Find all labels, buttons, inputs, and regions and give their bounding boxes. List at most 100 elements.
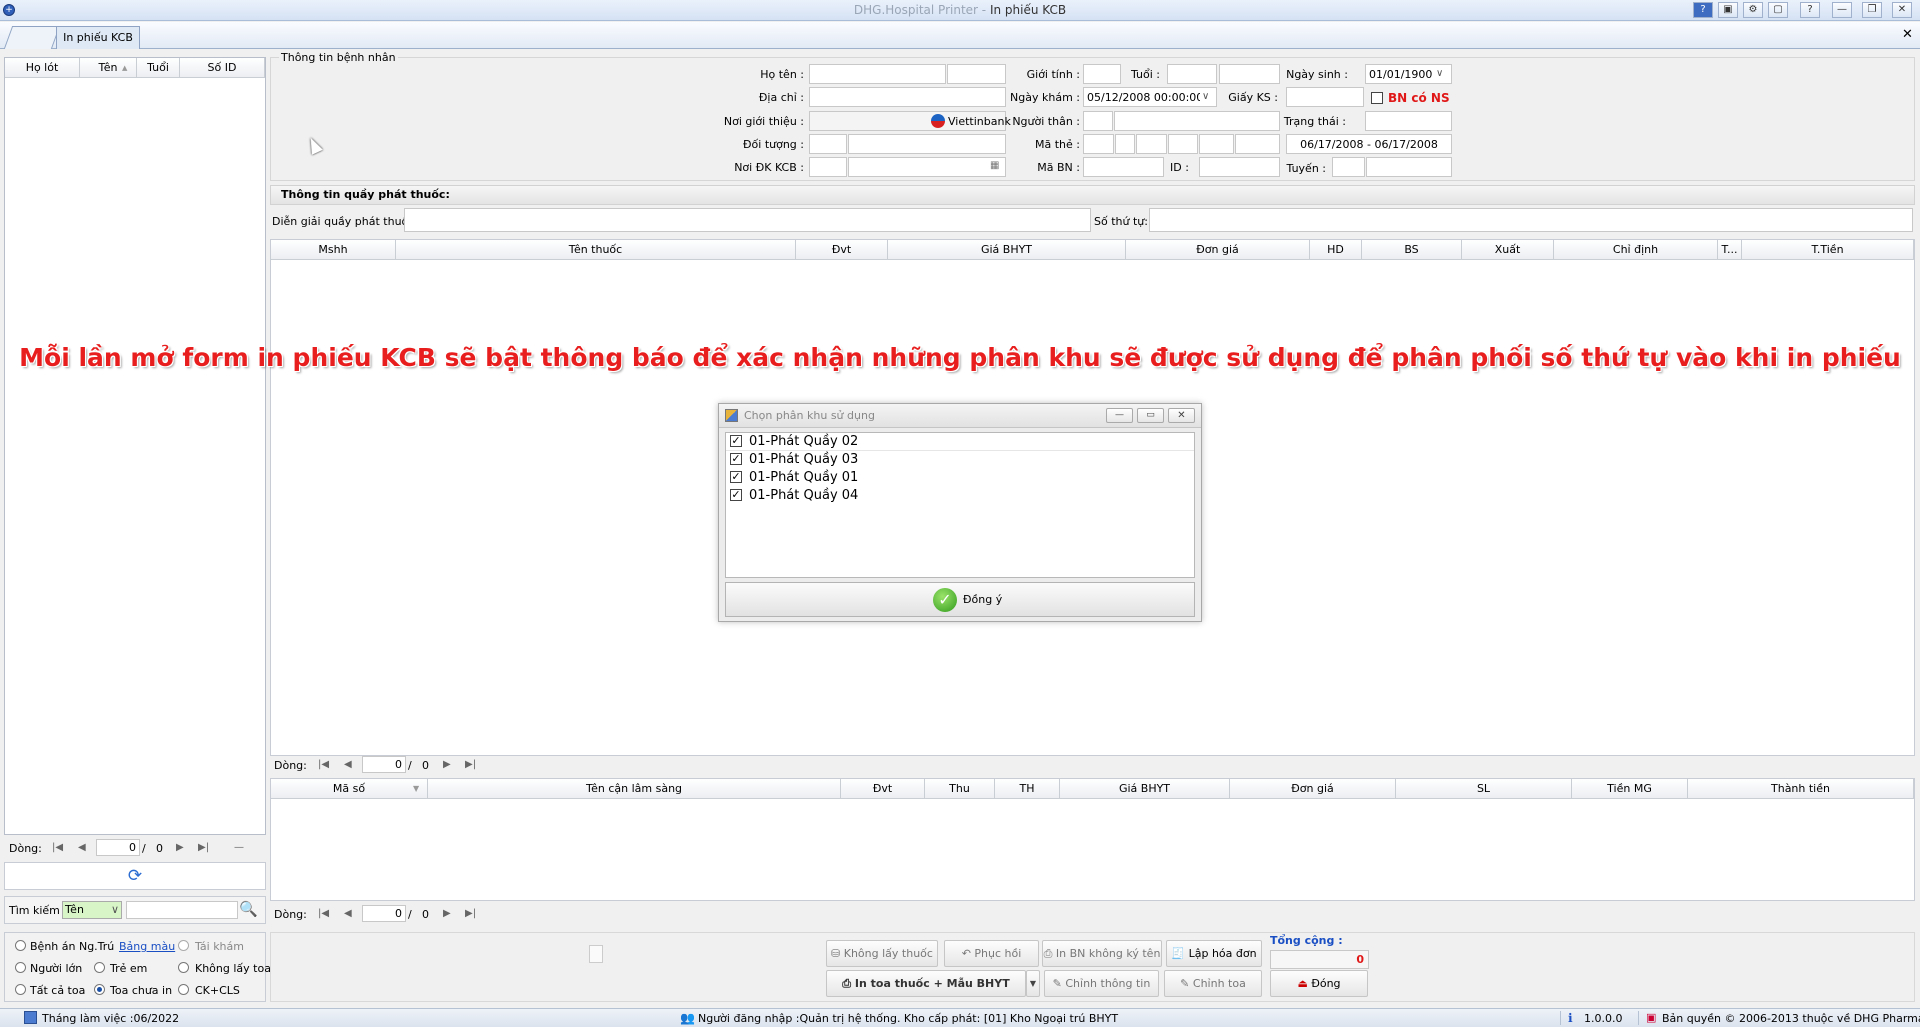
filter-label-benh-an[interactable]: Bệnh án Ng.Trú bbox=[30, 940, 114, 953]
noi-dk-field[interactable] bbox=[848, 157, 1006, 177]
cls-first-icon[interactable]: |◀ bbox=[318, 908, 329, 919]
filter-label-toa-chua-in[interactable]: Toa chưa in bbox=[110, 984, 172, 997]
filter-radio-khong-lay-toa[interactable] bbox=[178, 962, 189, 973]
settings-icon[interactable]: ⚙ bbox=[1743, 2, 1763, 18]
ho-field[interactable] bbox=[809, 64, 946, 84]
ngay-kham-field[interactable] bbox=[1083, 87, 1217, 107]
ma-so-filter-icon[interactable]: ▼ bbox=[413, 784, 419, 793]
ma-the-field-3[interactable] bbox=[1136, 134, 1167, 154]
bn-co-ns-checkbox[interactable] bbox=[1371, 92, 1383, 104]
filter-label-ck-cls[interactable]: CK+CLS bbox=[195, 984, 240, 997]
in-toa-dropdown-button[interactable]: ▼ bbox=[1026, 970, 1040, 997]
col-thanh-tien[interactable]: Thành tiền bbox=[1688, 779, 1914, 799]
first-page-icon[interactable]: |◀ bbox=[52, 842, 63, 853]
col-tuoi[interactable]: Tuổi bbox=[137, 58, 180, 78]
drug-last-icon[interactable]: ▶| bbox=[465, 759, 476, 770]
search-icon[interactable]: 🔍 bbox=[239, 900, 258, 918]
filter-radio-tai-kham[interactable] bbox=[178, 940, 189, 951]
search-input[interactable] bbox=[126, 901, 238, 919]
tuoi-field[interactable] bbox=[1167, 64, 1217, 84]
drug-next-icon[interactable]: ▶ bbox=[443, 759, 451, 770]
bang-mau-link[interactable]: Bảng màu bbox=[119, 940, 175, 953]
col-xuat[interactable]: Xuất bbox=[1462, 240, 1554, 260]
col-t[interactable]: T... bbox=[1718, 240, 1742, 260]
filter-label-tat-ca-toa[interactable]: Tất cả toa bbox=[30, 984, 85, 997]
col-gia-bhyt[interactable]: Giá BHYT bbox=[888, 240, 1126, 260]
dong-button[interactable]: ⏏ Đóng bbox=[1270, 970, 1368, 997]
zone-label-4[interactable]: 01-Phát Quầy 04 bbox=[749, 488, 858, 503]
col-hd[interactable]: HD bbox=[1310, 240, 1362, 260]
khong-lay-thuoc-button[interactable]: ⛁ Không lấy thuốc bbox=[826, 940, 938, 967]
in-bn-khong-ky-ten-button[interactable]: ⎙ In BN không ký tên bbox=[1042, 940, 1162, 967]
filter-label-tai-kham[interactable]: Tái khám bbox=[195, 940, 244, 953]
filter-label-tre-em[interactable]: Trẻ em bbox=[110, 962, 147, 975]
about-icon[interactable]: ? bbox=[1800, 2, 1820, 18]
zone-checkbox-3[interactable]: ✓ bbox=[730, 471, 742, 483]
zone-label-3[interactable]: 01-Phát Quầy 01 bbox=[749, 470, 858, 485]
col-bs[interactable]: BS bbox=[1362, 240, 1462, 260]
giay-ks-field[interactable] bbox=[1286, 87, 1364, 107]
bn-co-ns-label[interactable]: BN có NS bbox=[1388, 91, 1450, 105]
drug-prev-icon[interactable]: ◀ bbox=[344, 759, 352, 770]
col-ho-lot[interactable]: Họ lót bbox=[5, 58, 80, 78]
filter-label-nguoi-lon[interactable]: Người lớn bbox=[30, 962, 82, 975]
cls-prev-icon[interactable]: ◀ bbox=[344, 908, 352, 919]
ma-the-field-4[interactable] bbox=[1168, 134, 1198, 154]
col-cls-gia-bhyt[interactable]: Giá BHYT bbox=[1060, 779, 1230, 799]
tab-close-icon[interactable]: ✕ bbox=[1902, 27, 1913, 42]
calendar-icon[interactable]: ▦ bbox=[990, 160, 999, 171]
noi-dk-code-field[interactable] bbox=[809, 157, 847, 177]
ma-bn-field[interactable] bbox=[1083, 157, 1164, 177]
tab-in-phieu-kcb[interactable]: In phiếu KCB bbox=[56, 26, 140, 49]
filter-radio-tre-em[interactable] bbox=[94, 962, 105, 973]
filter-label-khong-lay-toa[interactable]: Không lấy toa bbox=[195, 962, 271, 975]
doi-tuong-code-field[interactable] bbox=[809, 134, 847, 154]
col-don-gia[interactable]: Đơn giá bbox=[1126, 240, 1310, 260]
ma-the-field-6[interactable] bbox=[1235, 134, 1280, 154]
zone-checkbox-2[interactable]: ✓ bbox=[730, 453, 742, 465]
filter-radio-toa-chua-in[interactable] bbox=[94, 984, 105, 995]
prev-page-icon[interactable]: ◀ bbox=[78, 842, 86, 853]
col-ma-so[interactable]: Mã số bbox=[271, 779, 428, 799]
filter-radio-ck-cls[interactable] bbox=[178, 984, 189, 995]
col-t-tien[interactable]: T.Tiền bbox=[1742, 240, 1914, 260]
dialog-minimize-button[interactable]: — bbox=[1106, 408, 1133, 423]
close-button[interactable]: ✕ bbox=[1892, 2, 1912, 18]
col-th[interactable]: TH bbox=[995, 779, 1060, 799]
chinh-thong-tin-button[interactable]: ✎ Chỉnh thông tin bbox=[1044, 970, 1159, 997]
screen-icon[interactable]: ▣ bbox=[1718, 2, 1738, 18]
collapse-icon[interactable]: — bbox=[234, 842, 244, 853]
doi-tuong-field[interactable] bbox=[848, 134, 1006, 154]
tuyen-field[interactable] bbox=[1366, 157, 1452, 177]
minimize-button[interactable]: — bbox=[1832, 2, 1852, 18]
col-dvt[interactable]: Đvt bbox=[796, 240, 888, 260]
zone-label-2[interactable]: 01-Phát Quầy 03 bbox=[749, 452, 858, 467]
ma-the-field-2[interactable] bbox=[1115, 134, 1135, 154]
cls-last-icon[interactable]: ▶| bbox=[465, 908, 476, 919]
col-ten-can-lam-sang[interactable]: Tên cận lâm sàng bbox=[428, 779, 841, 799]
gioi-tinh-field[interactable] bbox=[1083, 64, 1121, 84]
ma-the-field-1[interactable] bbox=[1083, 134, 1114, 154]
tuyen-code-field[interactable] bbox=[1332, 157, 1365, 177]
col-chi-dinh[interactable]: Chỉ định bbox=[1554, 240, 1718, 260]
date-range-field[interactable] bbox=[1286, 134, 1452, 154]
cls-nav-current[interactable] bbox=[362, 905, 406, 922]
drug-nav-current[interactable] bbox=[362, 756, 406, 773]
small-toggle[interactable] bbox=[589, 945, 603, 963]
zone-label-1[interactable]: 01-Phát Quầy 02 bbox=[749, 434, 858, 449]
filter-radio-benh-an[interactable] bbox=[15, 940, 26, 951]
dialog-maximize-button[interactable]: ▭ bbox=[1137, 408, 1164, 423]
zone-checkbox-1[interactable]: ✓ bbox=[730, 435, 742, 447]
left-nav-current[interactable] bbox=[96, 839, 140, 856]
last-page-icon[interactable]: ▶| bbox=[198, 842, 209, 853]
col-ten-thuoc[interactable]: Tên thuốc bbox=[396, 240, 796, 260]
nguoi-than-code-field[interactable] bbox=[1083, 111, 1113, 131]
drug-first-icon[interactable]: |◀ bbox=[318, 759, 329, 770]
search-field-select[interactable]: Tên ∨ bbox=[62, 901, 122, 919]
dialog-ok-button[interactable]: ✓ Đồng ý bbox=[725, 582, 1195, 617]
in-toa-thuoc-button[interactable]: ⎙ In toa thuốc + Mẫu BHYT bbox=[826, 970, 1026, 997]
ngay-sinh-dropdown-icon[interactable]: ∨ bbox=[1436, 68, 1443, 79]
ten-field[interactable] bbox=[947, 64, 1006, 84]
cls-next-icon[interactable]: ▶ bbox=[443, 908, 451, 919]
col-mshh[interactable]: Mshh bbox=[271, 240, 396, 260]
